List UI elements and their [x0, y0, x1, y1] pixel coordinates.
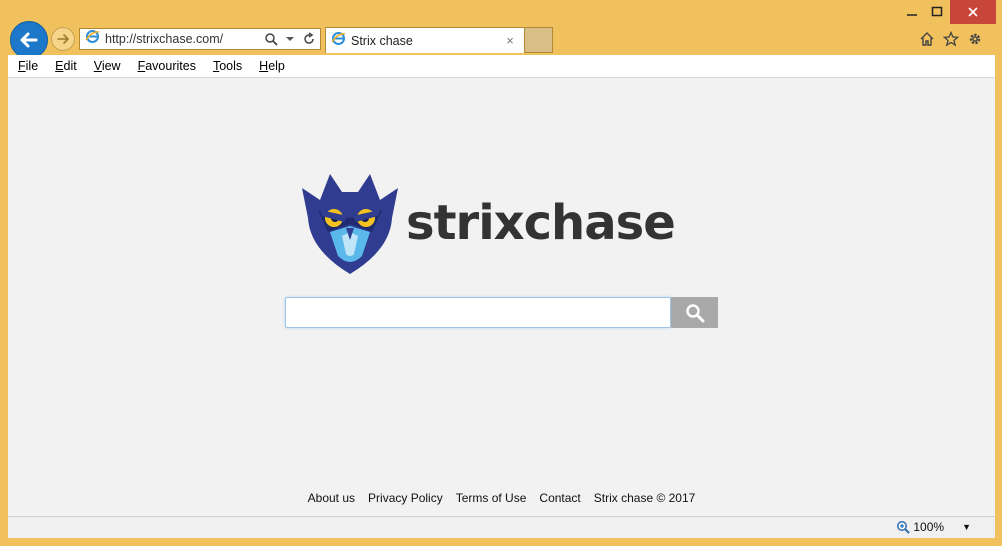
zoom-level: 100% [913, 520, 945, 534]
owl-logo-icon [302, 174, 398, 274]
menu-bar: File Edit View Favourites Tools Help [8, 55, 995, 78]
logo-text: strixchase [406, 195, 676, 251]
menu-tools[interactable]: Tools [207, 59, 248, 73]
search-icon[interactable] [263, 31, 279, 47]
minimize-button[interactable] [897, 0, 927, 24]
forward-button[interactable] [51, 27, 75, 51]
back-button[interactable] [10, 21, 48, 59]
magnifier-icon [685, 303, 704, 322]
footer-terms-of-use[interactable]: Terms of Use [456, 491, 527, 505]
menu-help[interactable]: Help [253, 59, 291, 73]
arrow-left-icon [20, 32, 38, 48]
chevron-down-icon[interactable] [282, 31, 298, 47]
footer-privacy-policy[interactable]: Privacy Policy [368, 491, 443, 505]
refresh-icon[interactable] [301, 31, 317, 47]
strixchase-logo[interactable]: strixchase [300, 170, 676, 276]
menu-file[interactable]: File [8, 59, 44, 73]
footer-links: About us Privacy Policy Terms of Use Con… [8, 491, 995, 505]
footer-copyright: Strix chase © 2017 [593, 491, 696, 505]
gear-icon[interactable] [966, 30, 984, 48]
close-icon [968, 7, 978, 17]
new-tab-button[interactable] [525, 27, 553, 53]
address-bar[interactable]: http://strixchase.com/ [79, 28, 321, 50]
tab-strix-chase[interactable]: Strix chase × [325, 27, 525, 53]
home-icon[interactable] [918, 30, 936, 48]
zoom-icon [896, 520, 911, 534]
tab-title: Strix chase [351, 33, 413, 48]
ie-tab-icon [331, 31, 346, 51]
search-button[interactable] [671, 297, 718, 328]
footer-contact[interactable]: Contact [539, 491, 580, 505]
ie-page-icon [85, 29, 100, 49]
browser-window: http://strixchase.com/ Strix chase × Fil… [0, 0, 1002, 546]
menu-view[interactable]: View [88, 59, 127, 73]
minimize-icon [907, 14, 917, 16]
close-button[interactable] [950, 0, 996, 24]
menu-edit[interactable]: Edit [49, 59, 83, 73]
toolbar-icons [918, 30, 984, 48]
star-icon[interactable] [942, 30, 960, 48]
footer-about-us[interactable]: About us [308, 491, 355, 505]
zoom-control[interactable]: 100% ▼ [896, 520, 971, 534]
page-content: strixchase About us Privacy Policy Terms… [8, 78, 995, 516]
tab-close-icon[interactable]: × [502, 33, 518, 49]
arrow-right-icon [57, 34, 69, 44]
maximize-icon [931, 6, 943, 17]
maximize-button[interactable] [925, 0, 949, 24]
status-bar: 100% ▼ [8, 516, 995, 538]
menu-favourites[interactable]: Favourites [132, 59, 202, 73]
zoom-dropdown-icon[interactable]: ▼ [962, 522, 971, 532]
address-text[interactable]: http://strixchase.com/ [105, 32, 263, 46]
search-input[interactable] [285, 297, 671, 328]
